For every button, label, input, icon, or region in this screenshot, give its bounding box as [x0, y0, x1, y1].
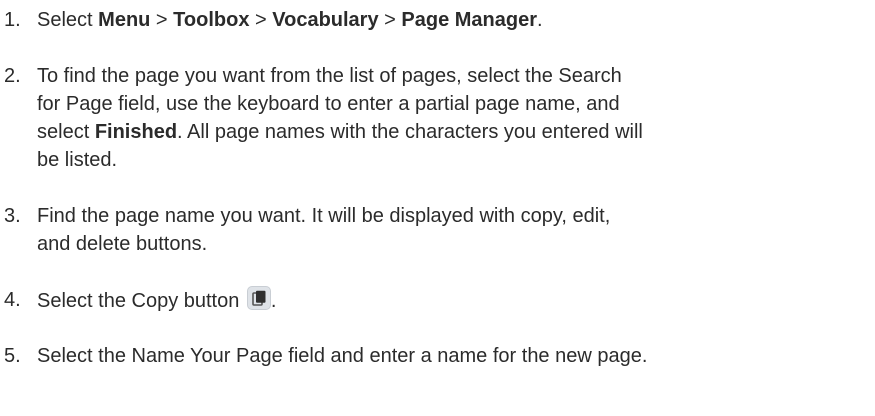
step-text-part: .: [270, 290, 277, 312]
step-number: 2.: [4, 65, 21, 87]
step-line: Select the Name Your Page field and ente…: [37, 345, 648, 367]
step-text-part: Select the Copy button: [37, 290, 245, 312]
step-text: Select the Name Your Page field and ente…: [37, 342, 857, 370]
instruction-steps: 1. Select Menu > Toolbox > Vocabulary > …: [0, 0, 875, 416]
step-line: and delete buttons.: [37, 233, 208, 255]
step-line: be listed.: [37, 149, 118, 171]
step-text: To find the page you want from the list …: [37, 62, 857, 174]
path-separator: >: [150, 9, 174, 31]
step-text-part: select: [37, 121, 95, 143]
step-number: 3.: [4, 205, 21, 227]
menu-path-item: Page Manager: [401, 9, 537, 31]
menu-path-item: Menu: [98, 9, 151, 31]
step-text: Find the page name you want. It will be …: [37, 202, 857, 258]
menu-path-item: Vocabulary: [272, 9, 379, 31]
step-line: for Page field, use the keyboard to ente…: [37, 93, 620, 115]
step-number: 5.: [4, 345, 21, 367]
path-separator: >: [249, 9, 273, 31]
step-text-part: Select: [37, 9, 99, 31]
step-line: select Finished. All page names with the…: [37, 118, 857, 146]
step-line: Find the page name you want. It will be …: [37, 205, 611, 227]
step-text: Select the Copy button .: [37, 286, 857, 315]
copy-icon: [252, 290, 266, 306]
menu-path-item: Toolbox: [173, 9, 250, 31]
finished-label: Finished: [94, 121, 178, 143]
step-text: Select Menu > Toolbox > Vocabulary > Pag…: [37, 6, 857, 34]
step-number: 1.: [4, 9, 21, 31]
step-text-part: . All page names with the characters you…: [177, 121, 643, 143]
step-number: 4.: [4, 289, 21, 311]
copy-button[interactable]: [246, 286, 271, 310]
path-separator: >: [378, 9, 402, 31]
step-text-part: .: [537, 9, 543, 31]
step-line: To find the page you want from the list …: [37, 65, 622, 87]
